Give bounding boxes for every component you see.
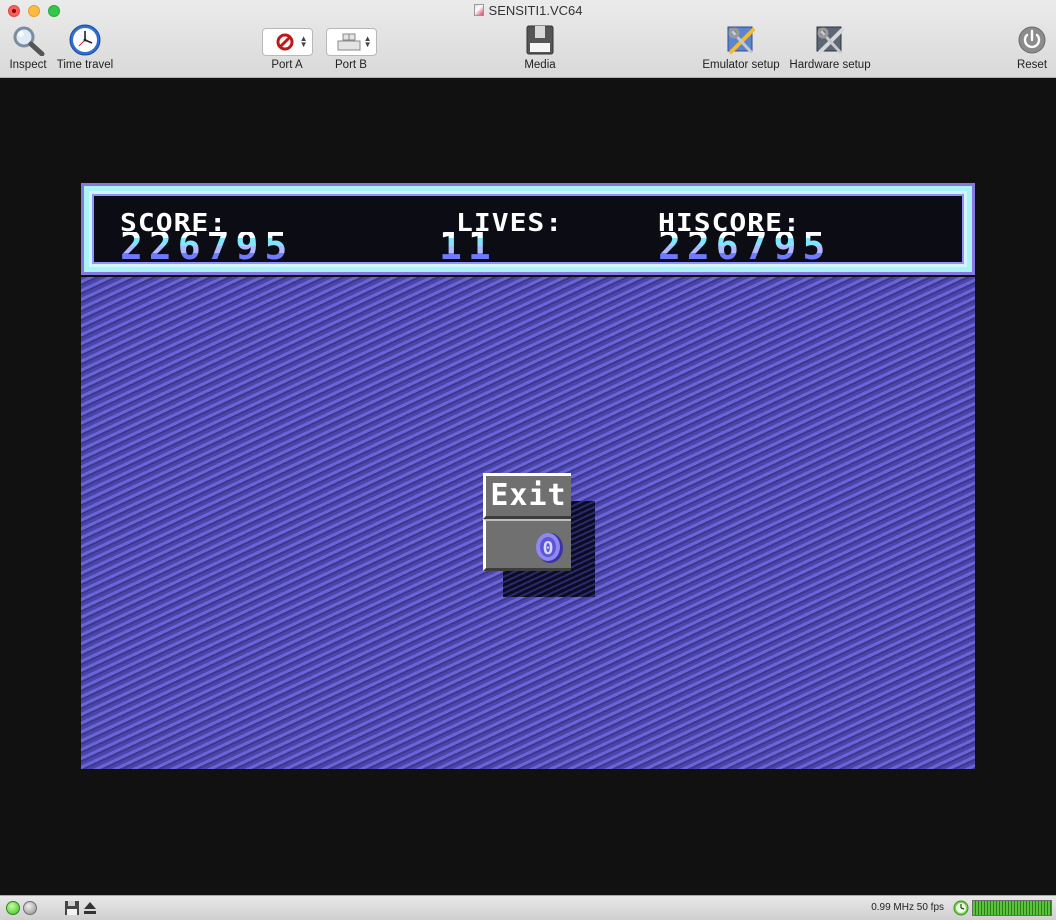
reset-button[interactable]: Reset: [1012, 24, 1052, 71]
reset-label: Reset: [1016, 59, 1048, 71]
c64-display[interactable]: SCORE: 226795 LIVES: 11 HISCORE: 226795 …: [81, 183, 975, 769]
magnifier-icon: [13, 26, 45, 56]
chevron-updown-icon: ▲ ▼: [299, 34, 308, 49]
emulator-screen[interactable]: SCORE: 226795 LIVES: 11 HISCORE: 226795 …: [0, 78, 1056, 895]
score-panel-frame-inner: SCORE: 226795 LIVES: 11 HISCORE: 226795: [89, 191, 967, 267]
inspect-label: Inspect: [9, 59, 47, 71]
media-label: Media: [524, 59, 556, 71]
drive-led: [23, 901, 37, 915]
exit-tile[interactable]: Exit: [483, 473, 571, 519]
exit-count: 0: [543, 538, 554, 559]
exit-label: Exit: [490, 478, 567, 513]
lives-value: 11: [439, 232, 497, 260]
floppy-drive-icon: [526, 25, 554, 55]
hardware-setup-button[interactable]: Hardware setup: [788, 24, 872, 71]
port-a-popup[interactable]: ▲ ▼: [261, 28, 313, 56]
port-a-label: Port A: [271, 59, 303, 71]
window-toolbar: SENSITI1.VC64 Inspect Time travel ▲ ▼ Po…: [0, 0, 1056, 78]
port-b-label: Port B: [335, 59, 367, 71]
exit-counter-badge: 0: [536, 533, 563, 563]
time-travel-label: Time travel: [56, 59, 114, 71]
port-b-selector[interactable]: ▲ ▼ Port B: [325, 24, 377, 71]
port-a-selector[interactable]: ▲ ▼ Port A: [261, 24, 313, 71]
hardware-setup-label: Hardware setup: [789, 59, 871, 71]
port-b-popup[interactable]: ▲ ▼: [325, 28, 377, 56]
power-led: [6, 901, 20, 915]
no-device-icon: [276, 33, 293, 51]
status-bar: 0.99 MHz 50 fps: [0, 895, 1056, 920]
score-value: 226795: [120, 232, 294, 260]
game-playfield[interactable]: Exit 0: [81, 277, 975, 769]
time-travel-button[interactable]: Time travel: [54, 24, 116, 71]
chevron-updown-icon: ▲ ▼: [363, 34, 372, 49]
clock-icon: [69, 24, 101, 56]
speed-clock-icon[interactable]: [953, 900, 969, 916]
window-title: SENSITI1.VC64: [488, 3, 583, 18]
eject-icon[interactable]: [83, 901, 97, 915]
emulator-setup-button[interactable]: Emulator setup: [700, 24, 782, 71]
cpu-load-meter: [972, 900, 1052, 916]
emulator-setup-label: Emulator setup: [702, 59, 780, 71]
hiscore-value: 226795: [658, 232, 832, 260]
score-panel-frame: SCORE: 226795 LIVES: 11 HISCORE: 226795: [84, 186, 972, 272]
disk-icon[interactable]: [64, 900, 80, 916]
score-panel-board: SCORE: 226795 LIVES: 11 HISCORE: 226795: [92, 194, 964, 264]
media-button[interactable]: Media: [516, 24, 564, 71]
speed-status: 0.99 MHz 50 fps: [871, 902, 944, 913]
hardware-setup-icon: [816, 26, 844, 54]
keyboard-icon: [337, 33, 360, 51]
exit-counter-tile: 0: [483, 519, 571, 571]
inspect-button[interactable]: Inspect: [6, 24, 50, 71]
emulator-setup-icon: [727, 26, 755, 54]
power-icon: [1018, 26, 1046, 54]
document-icon: [473, 4, 484, 16]
exit-panel[interactable]: Exit 0: [483, 473, 595, 597]
window-title-container: SENSITI1.VC64: [0, 3, 1056, 18]
score-panel: SCORE: 226795 LIVES: 11 HISCORE: 226795: [81, 183, 975, 275]
